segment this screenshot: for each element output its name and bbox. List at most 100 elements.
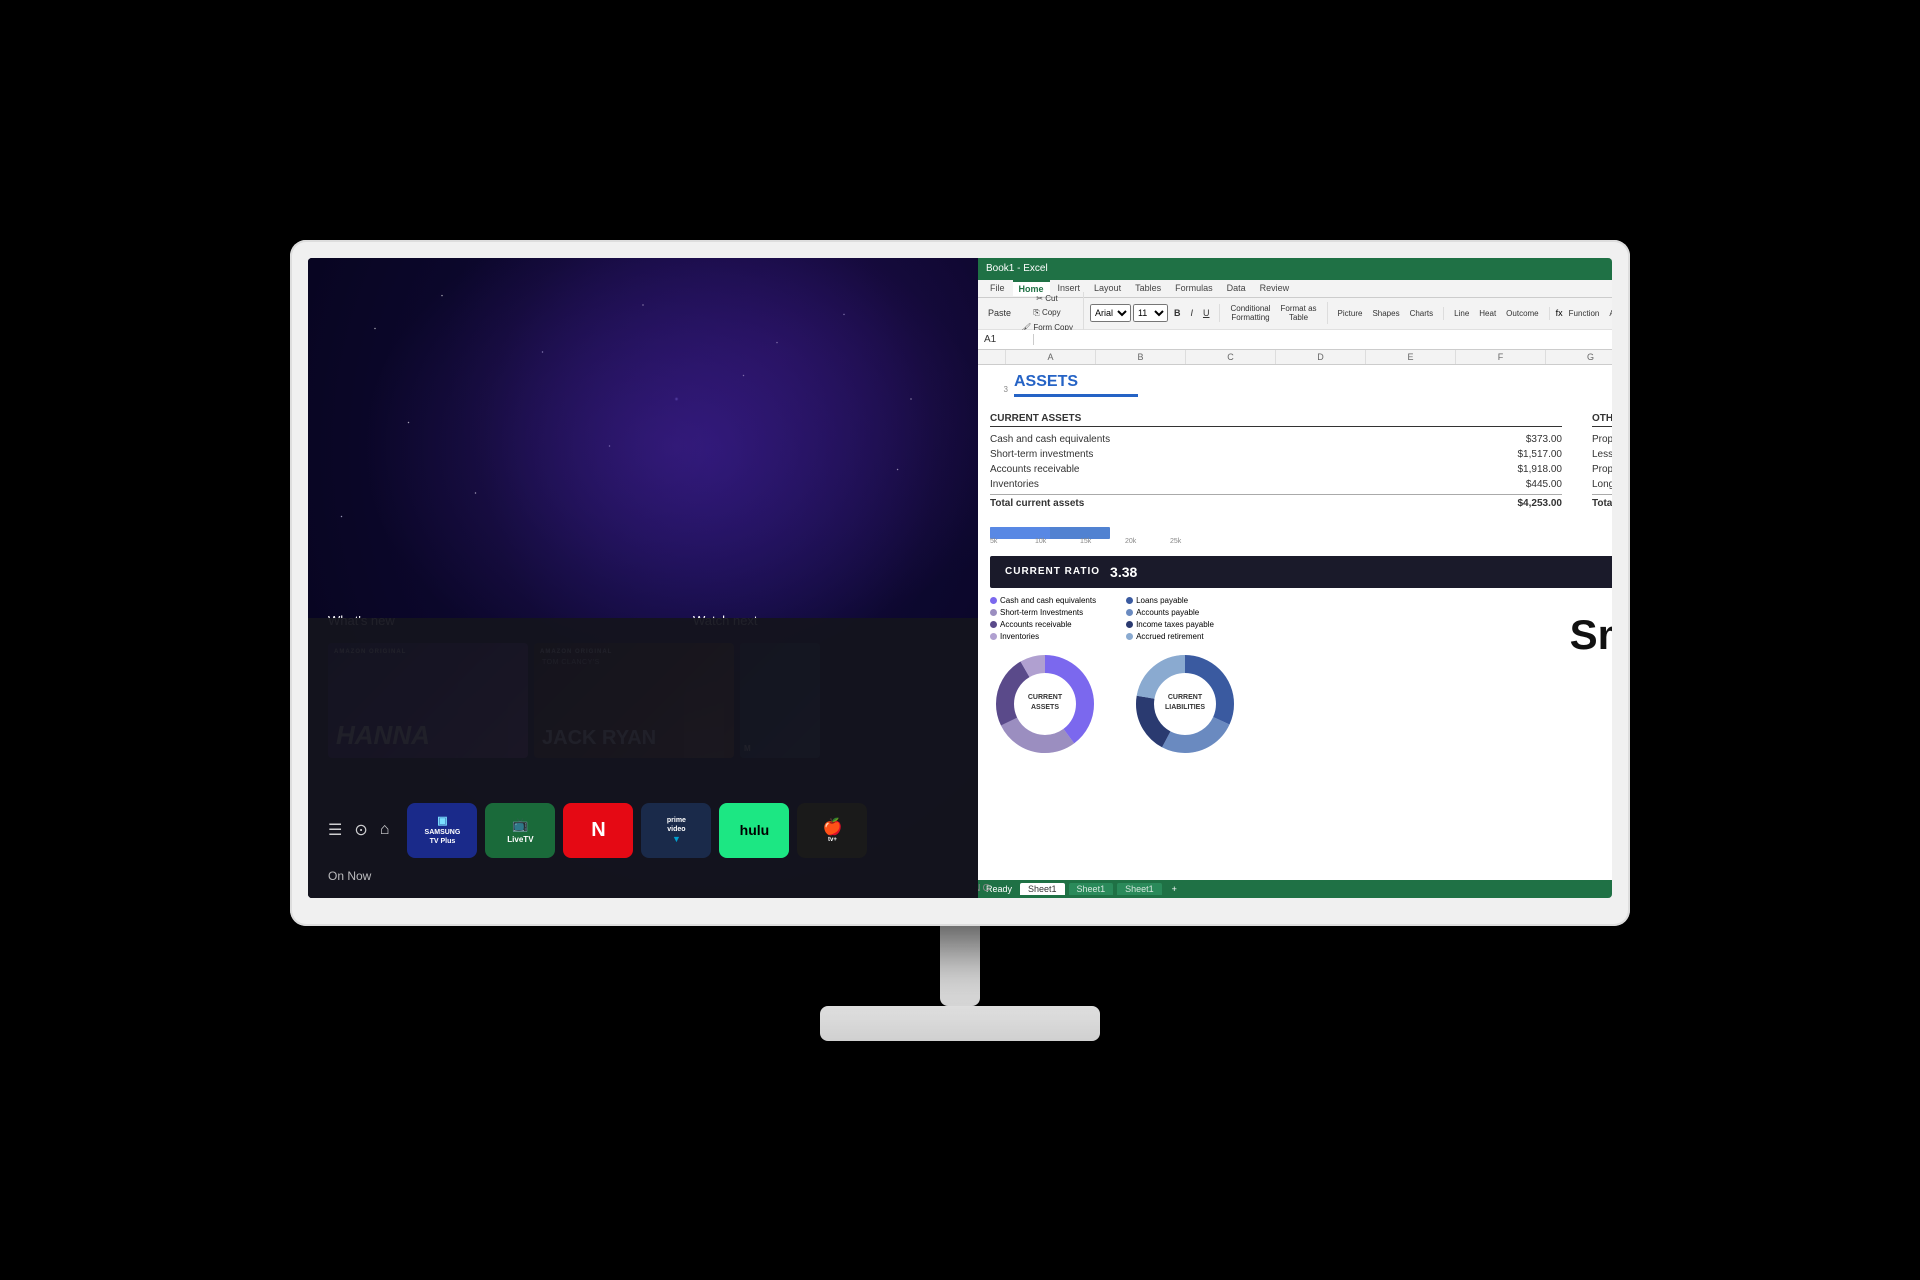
profile-icon[interactable]: ⊙ xyxy=(354,820,367,840)
legend-label-loans: Loans payable xyxy=(1136,596,1188,605)
on-now-label: On Now xyxy=(328,869,371,883)
heat-button[interactable]: Heat xyxy=(1475,307,1500,320)
legend-dot-income-taxes xyxy=(1126,621,1133,628)
svg-text:25k: 25k xyxy=(1170,538,1182,545)
picture-button[interactable]: Picture xyxy=(1334,307,1367,320)
svg-text:15k: 15k xyxy=(1080,538,1092,545)
col-e[interactable]: E xyxy=(1366,350,1456,364)
cut-button[interactable]: ✂ Cut xyxy=(1017,292,1077,305)
asset-name-cash: Cash and cash equivalents xyxy=(990,434,1110,445)
app-samsung-tvplus[interactable]: ▣ SAMSUNGTV Plus xyxy=(407,803,477,858)
asset-row-investments: Short-term investments $1,517.00 xyxy=(990,447,1562,462)
formula-bar: A1 xyxy=(978,330,1612,350)
current-ratio-value: 3.38 xyxy=(1110,564,1137,580)
function-button[interactable]: Function xyxy=(1565,307,1604,320)
app-apple-tv[interactable]: 🍎 tv+ xyxy=(797,803,867,858)
svg-text:10k: 10k xyxy=(1035,538,1047,545)
asset-name-total-current: Total current assets xyxy=(990,498,1084,509)
current-assets-section: CURRENT ASSETS Cash and cash equivalents… xyxy=(990,413,1562,511)
asset-name-property: Property, plant xyxy=(1592,434,1612,445)
excel-content-area: 3 ASSETS CURRENT ASSETS Cash and cash eq… xyxy=(978,365,1612,880)
asset-name-longterm: Long-term cash investments xyxy=(1592,479,1612,490)
svg-text:5k: 5k xyxy=(990,538,998,545)
line-button[interactable]: Line xyxy=(1450,307,1473,320)
shapes-button[interactable]: Shapes xyxy=(1368,307,1403,320)
excel-mid-row: 5k 10k 15k 20k 25k TOTAL ASSETS $14,562.… xyxy=(990,521,1612,548)
underline-button[interactable]: U xyxy=(1199,306,1214,320)
app-livetv[interactable]: 📺 LiveTV xyxy=(485,803,555,858)
other-assets-title: OTHER ASSETS xyxy=(1592,413,1612,427)
legend-label-cash: Cash and cash equivalents xyxy=(1000,596,1096,605)
excel-titlebar: Book1 - Excel ─ □ ✕ xyxy=(978,258,1612,280)
asset-name-total-other: Total other assets xyxy=(1592,498,1612,509)
asset-value-inventories: $445.00 xyxy=(1502,479,1562,490)
col-b[interactable]: B xyxy=(1096,350,1186,364)
tab-review[interactable]: Review xyxy=(1254,281,1296,295)
svg-text:CURRENT: CURRENT xyxy=(1028,694,1063,701)
tv-panel: What's new Watch next AMAZON ORIGINAL HA… xyxy=(308,258,978,898)
outcome-button[interactable]: Outcome xyxy=(1502,307,1542,320)
italic-button[interactable]: I xyxy=(1186,306,1197,320)
asset-row-property: Property, plant $10,963.00 xyxy=(1592,432,1612,447)
asset-name-property-net: Property, plant(net) xyxy=(1592,464,1612,475)
charts-row: Cash and cash equivalents Short-term Inv… xyxy=(990,596,1612,759)
copy-button[interactable]: ⎘ Copy xyxy=(1017,306,1077,320)
tab-formulas[interactable]: Formulas xyxy=(1169,281,1219,295)
row-num-header xyxy=(978,350,1006,364)
legend-accrued: Accrued retirement xyxy=(1126,632,1214,641)
asset-name-depreciation: Less accumulated depreciation xyxy=(1592,449,1612,460)
sheet-tab-3[interactable]: Sheet1 xyxy=(1117,883,1162,895)
monitor-bezel: SAMSUNG What's new Watch next AMAZON ORI… xyxy=(290,240,1630,926)
add-sheet-button[interactable]: + xyxy=(1166,883,1183,895)
asset-row-total-current: Total current assets $4,253.00 xyxy=(990,494,1562,511)
sheet-tabs-container: Sheet1 Sheet1 Sheet1 + xyxy=(1020,883,1612,895)
col-g[interactable]: G xyxy=(1546,350,1612,364)
bold-button[interactable]: B xyxy=(1170,306,1185,320)
format-as-table-button[interactable]: Format asTable xyxy=(1277,302,1321,324)
bar-chart-svg: 5k 10k 15k 20k 25k xyxy=(990,521,1190,545)
legend-stinvestments: Short-term Investments xyxy=(990,608,1096,617)
asset-value-receivable: $1,918.00 xyxy=(1502,464,1562,475)
home-icon[interactable]: ⌂ xyxy=(380,821,390,839)
col-d[interactable]: D xyxy=(1276,350,1366,364)
charts-button[interactable]: Charts xyxy=(1406,307,1438,320)
asset-row-property-net: Property, plant(net) $472.00 xyxy=(1592,462,1612,477)
asset-row-receivable: Accounts receivable $1,918.00 xyxy=(990,462,1562,477)
col-a[interactable]: A xyxy=(1006,350,1096,364)
sheet-tab-1[interactable]: Sheet1 xyxy=(1020,883,1065,895)
col-c[interactable]: C xyxy=(1186,350,1276,364)
menu-icon[interactable]: ☰ xyxy=(328,820,342,840)
asset-value-investments: $1,517.00 xyxy=(1502,449,1562,460)
legend-accounts-rec: Accounts receivable xyxy=(990,620,1096,629)
asset-value-total-current: $4,253.00 xyxy=(1502,498,1562,509)
tab-layout[interactable]: Layout xyxy=(1088,281,1127,295)
app-prime-video[interactable]: primevideo ▼ xyxy=(641,803,711,858)
stand-base xyxy=(820,1006,1100,1041)
app-netflix[interactable]: N xyxy=(563,803,633,858)
ratio-bar: CURRENT RATIO 3.38 QUICK RATIO 2.91 xyxy=(990,556,1612,588)
legend-cash: Cash and cash equivalents xyxy=(990,596,1096,605)
conditional-format-button[interactable]: ConditionalFormatting xyxy=(1226,302,1274,324)
current-ratio-label: CURRENT RATIO xyxy=(1005,566,1100,577)
sheet-tab-2[interactable]: Sheet1 xyxy=(1069,883,1114,895)
function-group: fx Function AutoSum xyxy=(1556,307,1612,320)
donut-charts-container: CURRENT ASSETS xyxy=(990,649,1240,759)
paste-button[interactable]: Paste xyxy=(984,306,1015,320)
autosum-button[interactable]: AutoSum xyxy=(1605,307,1612,320)
tab-data[interactable]: Data xyxy=(1221,281,1252,295)
smart-monitor-text: Smart Monitor xyxy=(1570,596,1612,664)
tab-tables[interactable]: Tables xyxy=(1129,281,1167,295)
font-selector[interactable]: Arial xyxy=(1090,304,1131,322)
asset-value-cash: $373.00 xyxy=(1502,434,1562,445)
smart-monitor-container: Smart Monitor xyxy=(1260,596,1612,664)
svg-text:ASSETS: ASSETS xyxy=(1031,704,1059,711)
col-f[interactable]: F xyxy=(1456,350,1546,364)
nav-icons: ☰ ⊙ ⌂ xyxy=(328,820,389,840)
app-hulu[interactable]: hulu xyxy=(719,803,789,858)
font-size-selector[interactable]: 11 xyxy=(1133,304,1168,322)
monitor-wrapper: SAMSUNG What's new Watch next AMAZON ORI… xyxy=(290,240,1630,1041)
column-headers: A B C D E F G H I J K L M xyxy=(978,350,1612,365)
legend-dot-loans xyxy=(1126,597,1133,604)
current-assets-title: CURRENT ASSETS xyxy=(990,413,1562,427)
legend-dot-cash xyxy=(990,597,997,604)
